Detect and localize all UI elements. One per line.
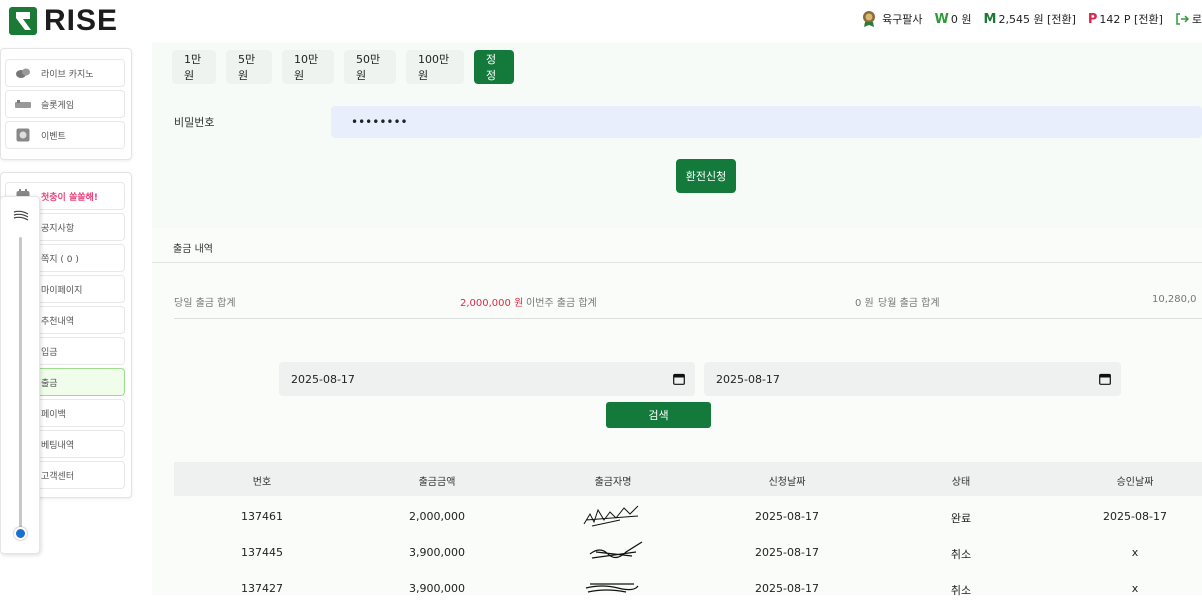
row-status: 취소 — [950, 548, 972, 561]
sidebar-item-label: 라이브 카지노 — [41, 69, 94, 80]
table-row: 137445 3,900,000 2025-08-17 취소 x — [174, 534, 1202, 570]
event-icon — [15, 128, 31, 142]
amount-buttons: 1만원 5만원 10만원 50만원 100만원 정정 — [172, 50, 524, 84]
point-balance[interactable]: P 142 P [전환] — [1088, 11, 1163, 27]
row-amount: 3,900,000 — [409, 546, 465, 559]
start-date-input[interactable]: 2025-08-17 — [279, 362, 695, 396]
row-id: 137445 — [241, 546, 283, 559]
sidebar-item-label: 마이페이지 — [41, 285, 83, 296]
withdraw-main: 1만원 5만원 10만원 50만원 100만원 정정 비밀번호 환전신청 출금 … — [152, 42, 1202, 597]
won-balance: W 0 원 — [935, 11, 972, 27]
point-balance-value[interactable]: 142 P [전환] — [1099, 11, 1162, 27]
row-status: 취소 — [950, 584, 972, 597]
signature-image — [585, 583, 639, 593]
amount-50k-button[interactable]: 5만원 — [226, 50, 272, 84]
column-header: 승인날짜 — [1116, 477, 1154, 488]
sidebar-item-label: 입금 — [41, 347, 58, 358]
sidebar-item-label: 쪽지 ( 0 ) — [41, 254, 79, 265]
history-title: 출금 내역 — [173, 244, 213, 255]
amount-1m-button[interactable]: 100만원 — [406, 50, 464, 84]
divider — [174, 318, 1202, 319]
row-request-date: 2025-08-17 — [755, 582, 819, 595]
user-bar: 육구팔사 W 0 원 M 2,545 원 [전환] P 142 P [전환] 로 — [860, 10, 1202, 28]
table-row: 137427 3,900,000 2025-08-17 취소 x — [174, 570, 1202, 606]
column-header: 출금금액 — [418, 477, 456, 488]
column-header: 출금자명 — [594, 477, 632, 488]
brand-logo[interactable]: RISE — [8, 6, 118, 36]
column-header: 신청날짜 — [768, 477, 806, 488]
sidebar-item-label: 슬롯게임 — [41, 100, 75, 111]
sidebar-item-label: 공지사항 — [41, 223, 75, 234]
start-date-value: 2025-08-17 — [291, 372, 355, 386]
amount-500k-button[interactable]: 50만원 — [344, 50, 396, 84]
search-button[interactable]: 검색 — [606, 402, 711, 428]
correct-button[interactable]: 정정 — [474, 50, 514, 84]
row-id: 137461 — [241, 510, 283, 523]
table-row: 137461 2,000,000 2025-08-17 완료 2025-08-1… — [174, 498, 1202, 534]
daily-total-label: 당일 출금 합계 — [174, 298, 236, 309]
logo-mark-icon — [9, 7, 37, 35]
password-label: 비밀번호 — [174, 116, 215, 129]
row-amount: 2,000,000 — [409, 510, 465, 523]
sidebar-item-slots[interactable]: 슬롯게임 — [5, 90, 125, 118]
row-approved-date: x — [1131, 546, 1139, 559]
row-request-date: 2025-08-17 — [755, 510, 819, 523]
money-balance-value[interactable]: 2,545 원 [전환] — [998, 11, 1075, 27]
row-approved-date: 2025-08-17 — [1103, 510, 1167, 523]
sidebar-item-label: 페이백 — [41, 409, 66, 420]
amount-100k-button[interactable]: 10만원 — [282, 50, 334, 84]
signature-image — [589, 541, 643, 559]
row-request-date: 2025-08-17 — [755, 546, 819, 559]
chips-icon — [15, 66, 31, 80]
divider — [152, 262, 1202, 263]
column-header: 상태 — [951, 477, 971, 488]
withdraw-history: 출금 내역 당일 출금 합계 2,000,000 원 이번주 출금 합계 0 원… — [152, 228, 1202, 597]
row-status: 완료 — [950, 512, 972, 525]
row-amount: 3,900,000 — [409, 582, 465, 595]
row-approved-date: x — [1131, 582, 1139, 595]
brand-name: RISE — [44, 4, 119, 37]
monthly-total-value: 10,280,0 — [1152, 294, 1197, 305]
logout-label: 로 — [1191, 13, 1202, 26]
calendar-icon[interactable] — [1099, 373, 1111, 385]
daily-total-value: 2,000,000 원 — [460, 298, 524, 309]
exchange-request-button[interactable]: 환전신청 — [676, 159, 736, 193]
zoom-slider-track[interactable] — [19, 237, 22, 535]
sidebar-item-label: 첫충이 쏠쏠해! — [41, 192, 98, 203]
amount-10k-button[interactable]: 1만원 — [172, 50, 216, 84]
sidebar-item-label: 이벤트 — [41, 131, 66, 142]
end-date-value: 2025-08-17 — [716, 372, 780, 386]
zoom-slider[interactable] — [0, 196, 40, 554]
zoom-waves-icon — [13, 210, 29, 221]
money-balance[interactable]: M 2,545 원 [전환] — [984, 11, 1076, 27]
sidebar-item-label: 출금 — [41, 378, 58, 389]
sidebar-item-live-casino[interactable]: 라이브 카지노 — [5, 59, 125, 87]
table-header: 번호 출금금액 출금자명 신청날짜 상태 승인날짜 — [174, 462, 1202, 496]
sidebar-item-event[interactable]: 이벤트 — [5, 121, 125, 149]
won-balance-value: 0 원 — [950, 13, 972, 26]
row-id: 137427 — [241, 582, 283, 595]
money-icon: M — [983, 11, 997, 27]
sidebar-games: 라이브 카지노 슬롯게임 이벤트 — [0, 48, 132, 160]
password-input[interactable] — [331, 106, 1202, 138]
username: 육구팔사 — [882, 13, 923, 26]
weekly-total-value: 0 원 — [855, 298, 874, 309]
won-icon: W — [934, 11, 949, 27]
sidebar-item-label: 추천내역 — [41, 316, 75, 327]
point-icon: P — [1087, 11, 1098, 27]
zoom-slider-handle[interactable] — [14, 527, 27, 540]
column-header: 번호 — [252, 477, 272, 488]
signature-image — [583, 505, 639, 527]
top-header: RISE 육구팔사 W 0 원 M 2,545 원 [전환] P 142 P [… — [0, 0, 1202, 42]
logout-button[interactable]: 로 — [1175, 11, 1202, 27]
slot-icon — [15, 97, 31, 111]
sidebar-item-label: 고객센터 — [41, 471, 75, 482]
calendar-icon[interactable] — [673, 373, 685, 385]
sidebar-item-label: 베팅내역 — [41, 440, 75, 451]
level-badge-icon — [863, 11, 876, 27]
monthly-total-label: 당월 출금 합계 — [878, 298, 940, 309]
logout-icon — [1176, 13, 1189, 25]
weekly-total-label: 이번주 출금 합계 — [526, 298, 597, 309]
end-date-input[interactable]: 2025-08-17 — [704, 362, 1121, 396]
